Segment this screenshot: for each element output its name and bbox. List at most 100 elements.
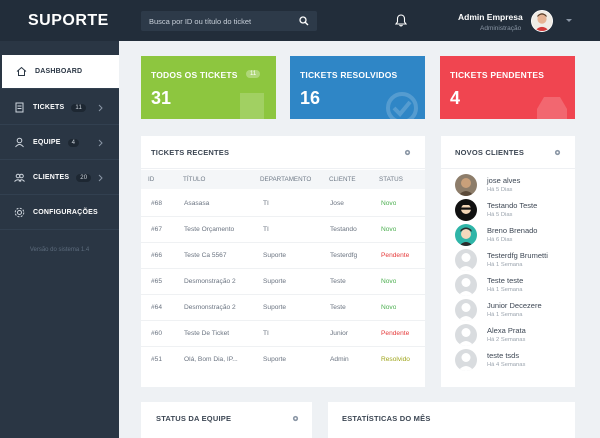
client-name[interactable]: Testerdfg Brumetti <box>487 251 548 260</box>
team-status-panel: STATUS DA EQUIPE <box>141 402 312 438</box>
client-item[interactable]: Testando Teste Há 5 Dias <box>455 199 575 224</box>
ticket-icon <box>15 102 24 113</box>
sidebar-item-label: DASHBOARD <box>35 68 83 75</box>
table-row[interactable]: #66 Teste Ca 5567 Suporte Testerdfg Pend… <box>141 243 425 269</box>
avatar[interactable] <box>455 324 477 346</box>
brand-logo[interactable]: SUPORTE <box>0 0 119 41</box>
users-icon <box>14 173 25 182</box>
table-row[interactable]: #64 Desmonstração 2 Suporte Teste Novo <box>141 295 425 321</box>
card-pending-tickets[interactable]: TICKETS PENDENTES 4 <box>440 56 575 119</box>
client-time: Há 1 Semana <box>487 312 523 318</box>
client-item[interactable]: teste tsds Há 4 Semanas <box>455 349 575 374</box>
ticket-title[interactable]: Desmonstração 2 <box>184 304 254 311</box>
ticket-department: Suporte <box>263 304 287 311</box>
sidebar-item-tickets[interactable]: TICKETS 11 <box>0 91 119 125</box>
column-header[interactable]: ID <box>148 176 154 183</box>
client-name[interactable]: Alexa Prata <box>487 326 526 335</box>
client-name[interactable]: jose alves <box>487 176 520 185</box>
recent-tickets-header: TICKETS RECENTES <box>141 136 425 169</box>
system-version: Versão do sistema 1.4 <box>29 247 90 253</box>
table-row[interactable]: #68 Asasasa TI Jose Novo <box>141 191 425 217</box>
monthly-stats-panel: ESTATÍSTICAS DO MÊS <box>328 402 575 438</box>
search-icon[interactable] <box>299 16 309 26</box>
client-item[interactable]: Testerdfg Brumetti Há 1 Semana <box>455 249 575 274</box>
avatar[interactable] <box>455 299 477 321</box>
column-header[interactable]: TÍTULO <box>183 176 205 183</box>
table-row[interactable]: #51 Olá, Bom Dia, IP... Suporte Admin Re… <box>141 347 425 373</box>
client-item[interactable]: Alexa Prata Há 2 Semanas <box>455 324 575 349</box>
table-row[interactable]: #67 Teste Orçamento TI Testando Novo <box>141 217 425 243</box>
panel-title: TICKETS RECENTES <box>151 147 230 157</box>
column-header[interactable]: DEPARTAMENTO <box>260 176 311 183</box>
ticket-client: Admin <box>330 356 349 363</box>
table-row[interactable]: #65 Desmonstração 2 Suporte Teste Novo <box>141 269 425 295</box>
card-title: TICKETS PENDENTES <box>450 70 545 80</box>
ticket-department: TI <box>263 330 269 337</box>
sidebar-item-equipe[interactable]: EQUIPE 4 <box>0 126 119 160</box>
ticket-client: Jose <box>330 200 344 207</box>
inbox-icon <box>537 97 567 119</box>
client-time: Há 5 Dias <box>487 187 513 193</box>
bell-icon[interactable] <box>395 14 407 27</box>
user-icon <box>15 137 24 148</box>
card-value: 4 <box>450 88 461 108</box>
client-name[interactable]: Teste teste <box>487 276 523 285</box>
ticket-id: #64 <box>151 304 163 311</box>
status-badge: Novo <box>381 200 397 207</box>
ticket-id: #67 <box>151 226 163 233</box>
status-badge: Novo <box>381 304 397 311</box>
ticket-department: TI <box>263 200 269 207</box>
client-item[interactable]: Teste teste Há 1 Semana <box>455 274 575 299</box>
status-badge: Resolvido <box>381 356 410 363</box>
ticket-title[interactable]: Olá, Bom Dia, IP... <box>184 356 254 363</box>
chevron-right-icon <box>98 104 103 112</box>
sidebar-item-clientes[interactable]: CLIENTES 20 <box>0 161 119 195</box>
client-time: Há 4 Semanas <box>487 362 526 368</box>
avatar[interactable] <box>455 274 477 296</box>
ticket-title[interactable]: Asasasa <box>184 200 254 207</box>
gear-icon[interactable] <box>292 415 299 422</box>
card-resolved-tickets[interactable]: TICKETS RESOLVIDOS 16 <box>290 56 425 119</box>
avatar[interactable] <box>455 199 477 221</box>
avatar[interactable] <box>455 349 477 371</box>
sidebar-item-configuracoes[interactable]: CONFIGURAÇÕES <box>0 196 119 230</box>
client-item[interactable]: jose alves Há 5 Dias <box>455 174 575 199</box>
search-input[interactable]: Busca por ID ou título do ticket <box>149 17 299 26</box>
card-title: TODOS OS TICKETS <box>151 70 238 80</box>
client-item[interactable]: Junior Decezere Há 1 Semana <box>455 299 575 324</box>
user-name[interactable]: Admin Empresa <box>458 12 523 22</box>
ticket-title[interactable]: Teste De Ticket <box>184 330 254 337</box>
recent-tickets-panel: TICKETS RECENTES ID TÍTULO DEPARTAMENTO … <box>141 136 425 387</box>
ticket-client: Testerdfg <box>330 252 358 259</box>
user-avatar[interactable] <box>531 10 553 32</box>
client-name[interactable]: Junior Decezere <box>487 301 542 310</box>
client-item[interactable]: Breno Brenado Há 6 Dias <box>455 224 575 249</box>
ticket-title[interactable]: Teste Orçamento <box>184 226 254 233</box>
client-name[interactable]: teste tsds <box>487 351 519 360</box>
column-header[interactable]: STATUS <box>379 176 403 183</box>
avatar[interactable] <box>455 174 477 196</box>
clientes-count-badge: 20 <box>76 173 92 182</box>
ticket-title[interactable]: Teste Ca 5567 <box>184 252 254 259</box>
card-value: 16 <box>300 88 321 108</box>
status-badge: Pendente <box>381 252 410 259</box>
card-all-tickets[interactable]: TODOS OS TICKETS 11 31 <box>141 56 276 119</box>
check-circle-icon <box>386 92 418 119</box>
document-icon <box>240 93 264 119</box>
client-name[interactable]: Testando Teste <box>487 201 537 210</box>
client-name[interactable]: Breno Brenado <box>487 226 537 235</box>
avatar[interactable] <box>455 224 477 246</box>
table-row[interactable]: #60 Teste De Ticket TI Junior Pendente <box>141 321 425 347</box>
chevron-down-icon[interactable] <box>566 18 572 23</box>
client-time: Há 2 Semanas <box>487 337 526 343</box>
gear-icon[interactable] <box>404 149 411 156</box>
search-box[interactable]: Busca por ID ou título do ticket <box>141 11 317 31</box>
home-icon <box>16 66 27 76</box>
ticket-title[interactable]: Desmonstração 2 <box>184 278 254 285</box>
sidebar-item-dashboard[interactable]: DASHBOARD <box>0 55 119 89</box>
status-badge: Pendente <box>381 330 410 337</box>
gear-icon[interactable] <box>554 149 561 156</box>
column-header[interactable]: CLIENTE <box>329 176 356 183</box>
avatar[interactable] <box>455 249 477 271</box>
ticket-client: Junior <box>330 330 348 337</box>
